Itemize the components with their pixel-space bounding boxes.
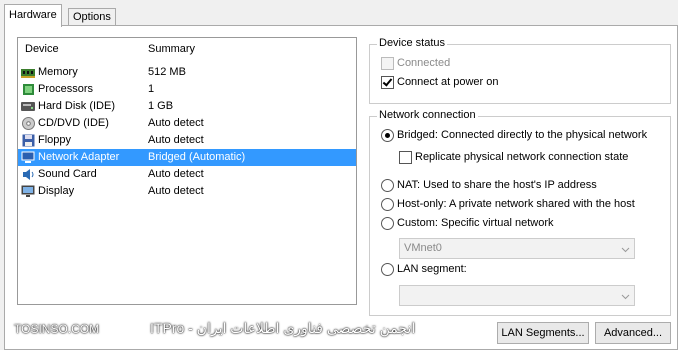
- nat-label: NAT: Used to share the host's IP address: [397, 179, 597, 191]
- device-name: Floppy: [38, 134, 72, 146]
- bridged-radio[interactable]: [381, 129, 394, 142]
- host-only-label: Host-only: A private network shared with…: [397, 198, 635, 210]
- device-row-processors[interactable]: Processors 1: [18, 81, 356, 98]
- device-row-cd-dvd[interactable]: CD/DVD (IDE) Auto detect: [18, 115, 356, 132]
- hard-disk-icon: [21, 100, 35, 113]
- device-name: Memory: [38, 66, 78, 78]
- device-name: Processors: [38, 83, 94, 95]
- replicate-label: Replicate physical network connection st…: [415, 151, 629, 163]
- device-summary: Auto detect: [148, 117, 204, 129]
- sound-card-icon: [21, 168, 35, 181]
- column-header-summary[interactable]: Summary: [148, 43, 195, 55]
- floppy-icon: [21, 134, 35, 147]
- tab-options[interactable]: Options: [68, 8, 116, 26]
- column-header-device[interactable]: Device: [25, 43, 59, 55]
- device-status-title: Device status: [377, 37, 448, 49]
- device-row-memory[interactable]: Memory 512 MB: [18, 64, 356, 81]
- chevron-down-icon: [621, 291, 630, 303]
- device-summary: Bridged (Automatic): [148, 151, 246, 163]
- device-summary: Auto detect: [148, 185, 204, 197]
- device-summary: Auto detect: [148, 168, 204, 180]
- device-row-display[interactable]: Display Auto detect: [18, 183, 356, 200]
- watermark-right: ITPro - انجمن تخصصی فناوری اطلاعات ایران: [150, 320, 416, 336]
- cd-dvd-icon: [21, 117, 35, 130]
- lan-segment-label: LAN segment:: [397, 263, 467, 275]
- device-name: Sound Card: [38, 168, 97, 180]
- network-adapter-icon: [21, 151, 35, 164]
- device-name: Network Adapter: [38, 151, 120, 163]
- bridged-label: Bridged: Connected directly to the physi…: [397, 129, 648, 141]
- custom-radio[interactable]: [381, 217, 394, 230]
- chevron-down-icon: [621, 244, 630, 256]
- lan-segment-radio[interactable]: [381, 263, 394, 276]
- replicate-checkbox[interactable]: [399, 151, 412, 164]
- connect-at-power-on-label: Connect at power on: [397, 76, 499, 88]
- device-name: CD/DVD (IDE): [38, 117, 109, 129]
- connect-at-power-on-checkbox[interactable]: [381, 76, 394, 89]
- device-name: Hard Disk (IDE): [38, 100, 116, 112]
- advanced-button[interactable]: Advanced...: [595, 322, 671, 344]
- device-status-group: Device status Connected Connect at power…: [369, 37, 671, 104]
- watermark-left: TOSINSO.COM: [14, 322, 100, 336]
- lan-segments-button[interactable]: LAN Segments...: [497, 322, 589, 344]
- device-summary: 1 GB: [148, 100, 174, 112]
- memory-icon: [21, 66, 35, 79]
- lan-segment-select[interactable]: [399, 285, 635, 306]
- network-connection-group: Network connection Bridged: Connected di…: [369, 109, 671, 316]
- device-row-floppy[interactable]: Floppy Auto detect: [18, 132, 356, 149]
- device-summary: 1: [148, 83, 155, 95]
- device-row-network-adapter[interactable]: Network Adapter Bridged (Automatic): [18, 149, 356, 166]
- device-summary: 512 MB: [148, 66, 186, 78]
- device-row-sound-card[interactable]: Sound Card Auto detect: [18, 166, 356, 183]
- nat-radio[interactable]: [381, 179, 394, 192]
- display-icon: [21, 185, 35, 198]
- host-only-radio[interactable]: [381, 198, 394, 211]
- tab-hardware[interactable]: Hardware: [4, 4, 62, 27]
- vmnet-select[interactable]: VMnet0: [399, 238, 635, 259]
- custom-label: Custom: Specific virtual network: [397, 217, 554, 229]
- processor-icon: [21, 83, 35, 96]
- device-name: Display: [38, 185, 75, 197]
- device-row-hard-disk[interactable]: Hard Disk (IDE) 1 GB: [18, 98, 356, 115]
- list-header: Device Summary: [18, 38, 356, 60]
- device-list[interactable]: Device Summary Memory 512 MB Processors …: [17, 37, 357, 305]
- connected-label: Connected: [397, 57, 451, 69]
- connected-checkbox[interactable]: [381, 57, 394, 70]
- device-summary: Auto detect: [148, 134, 204, 146]
- network-connection-title: Network connection: [377, 109, 478, 121]
- vmnet-value: VMnet0: [404, 242, 442, 254]
